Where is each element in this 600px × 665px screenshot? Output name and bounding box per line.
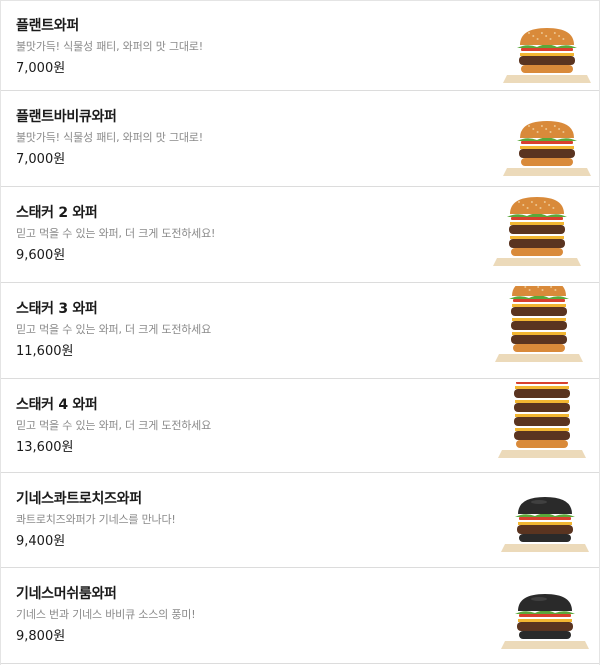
- menu-list: 플랜트와퍼 불맛가득! 식물성 패티, 와퍼의 맛 그대로! 7,000원 플랜…: [0, 0, 600, 665]
- menu-item-name: 플랜트와퍼: [16, 18, 79, 34]
- menu-item-price: 7,000원: [16, 61, 66, 76]
- menu-item[interactable]: 스태커 3 와퍼 믿고 먹을 수 있는 와퍼, 더 크게 도전하세요 11,60…: [1, 284, 599, 379]
- menu-item-name: 기네스머쉬룸와퍼: [16, 586, 117, 602]
- menu-item-description: 믿고 먹을 수 있는 와퍼, 더 크게 도전하세요: [16, 419, 212, 432]
- burger-icon: [501, 100, 593, 180]
- menu-item[interactable]: 플랜트와퍼 불맛가득! 식물성 패티, 와퍼의 맛 그대로! 7,000원: [1, 1, 599, 91]
- menu-item-price: 9,800원: [16, 629, 66, 644]
- menu-item[interactable]: 기네스머쉬룸와퍼 기네스 번과 기네스 바비큐 소스의 풍미! 9,800원: [1, 569, 599, 664]
- menu-item-name: 스태커 4 와퍼: [16, 397, 98, 413]
- menu-item-description: 기네스 번과 기네스 바비큐 소스의 풍미!: [16, 608, 196, 621]
- menu-item-price: 11,600원: [16, 344, 74, 359]
- burger-icon: [493, 286, 585, 366]
- menu-item-description: 불맛가득! 식물성 패티, 와퍼의 맛 그대로!: [16, 131, 203, 144]
- menu-item-price: 13,600원: [16, 440, 74, 455]
- burger-icon: [499, 573, 591, 653]
- menu-item-price: 9,600원: [16, 248, 66, 263]
- menu-item-price: 9,400원: [16, 534, 66, 549]
- menu-item-name: 기네스콰트로치즈와퍼: [16, 491, 142, 507]
- menu-item-name: 플랜트바비큐와퍼: [16, 109, 117, 125]
- menu-item-description: 믿고 먹을 수 있는 와퍼, 더 크게 도전하세요!: [16, 227, 216, 240]
- burger-icon: [499, 476, 591, 556]
- menu-item-name: 스태커 3 와퍼: [16, 301, 98, 317]
- burger-icon: [496, 382, 588, 462]
- menu-item-price: 7,000원: [16, 152, 66, 167]
- menu-item-name: 스태커 2 와퍼: [16, 205, 98, 221]
- menu-item[interactable]: 플랜트바비큐와퍼 불맛가득! 식물성 패티, 와퍼의 맛 그대로! 7,000원: [1, 92, 599, 187]
- menu-item[interactable]: 기네스콰트로치즈와퍼 콰트로치즈와퍼가 기네스를 만나다! 9,400원: [1, 474, 599, 568]
- menu-item-description: 믿고 먹을 수 있는 와퍼, 더 크게 도전하세요: [16, 323, 212, 336]
- burger-icon: [501, 7, 593, 87]
- menu-item[interactable]: 스태커 2 와퍼 믿고 먹을 수 있는 와퍼, 더 크게 도전하세요! 9,60…: [1, 188, 599, 283]
- menu-item-description: 콰트로치즈와퍼가 기네스를 만나다!: [16, 513, 176, 526]
- menu-item-description: 불맛가득! 식물성 패티, 와퍼의 맛 그대로!: [16, 40, 203, 53]
- burger-icon: [491, 190, 583, 270]
- menu-item[interactable]: 스태커 4 와퍼 믿고 먹을 수 있는 와퍼, 더 크게 도전하세요 13,60…: [1, 380, 599, 473]
